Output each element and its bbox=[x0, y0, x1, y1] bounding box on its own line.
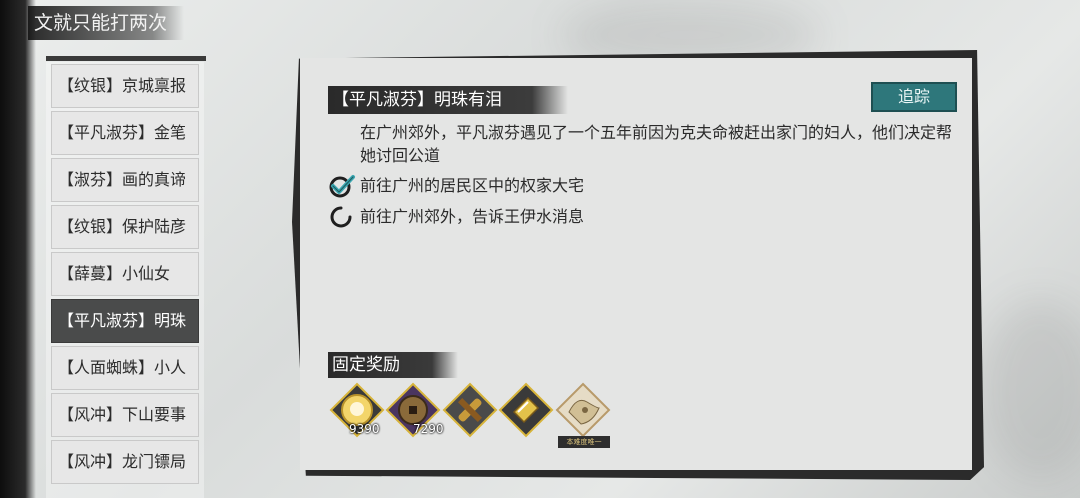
rewards-header: 固定奖励 bbox=[328, 352, 458, 378]
unique-badge: 本难度唯一 bbox=[558, 436, 610, 448]
track-button[interactable]: 追踪 bbox=[871, 82, 957, 112]
reward-count: 9390 bbox=[349, 422, 380, 436]
quest-description: 在广州郊外，平凡淑芬遇见了一个五年前因为克夫命被赶出家门的妇人，他们决定帮她讨回… bbox=[360, 123, 953, 165]
quest-list-item[interactable]: 【人面蜘蛛】小人 bbox=[51, 346, 199, 390]
scroll-icon bbox=[442, 382, 498, 438]
quest-list-item[interactable]: 【平凡淑芬】金笔 bbox=[51, 111, 199, 155]
objective-completed: 前往广州的居民区中的权家大宅 bbox=[328, 173, 584, 199]
reward-book[interactable] bbox=[498, 382, 554, 438]
sidebar-top-bar bbox=[46, 56, 206, 61]
reward-map-fragment[interactable] bbox=[555, 382, 611, 438]
ink-wash-decoration bbox=[980, 300, 1080, 480]
reward-scroll[interactable] bbox=[442, 382, 498, 438]
check-icon bbox=[328, 173, 355, 199]
quest-list-item-active[interactable]: 【平凡淑芬】明珠 bbox=[51, 299, 199, 343]
reward-silver-coin[interactable]: 9390 bbox=[329, 382, 385, 438]
quest-list-item[interactable]: 【薛蔓】小仙女 bbox=[51, 252, 199, 296]
quest-title: 【平凡淑芬】明珠有泪 bbox=[328, 86, 568, 114]
quest-list-item[interactable]: 【风冲】下山要事 bbox=[51, 393, 199, 437]
quest-list-item[interactable]: 【纹银】京城禀报 bbox=[51, 64, 199, 108]
page-title[interactable]: 文就只能打两次 bbox=[28, 6, 184, 40]
reward-count: 7290 bbox=[413, 422, 444, 436]
objective-in-progress: 前往广州郊外，告诉王伊水消息 bbox=[328, 204, 584, 230]
progress-ring-icon bbox=[328, 204, 354, 230]
quest-list-item[interactable]: 【风冲】龙门镖局 bbox=[51, 440, 199, 484]
quest-list-item[interactable]: 【纹银】保护陆彦 bbox=[51, 205, 199, 249]
quest-list-item[interactable]: 【淑芬】画的真谛 bbox=[51, 158, 199, 202]
left-edge-shadow bbox=[0, 0, 36, 498]
quest-list-sidebar[interactable]: 【纹银】京城禀报 【平凡淑芬】金笔 【淑芬】画的真谛 【纹银】保护陆彦 【薛蔓】… bbox=[46, 62, 204, 498]
map-fragment-icon bbox=[555, 382, 611, 438]
objective-text: 前往广州的居民区中的权家大宅 bbox=[360, 176, 585, 195]
reward-copper-coin[interactable]: 7290 bbox=[385, 382, 444, 438]
objective-text: 前往广州郊外，告诉王伊水消息 bbox=[360, 207, 585, 226]
book-icon bbox=[498, 382, 554, 438]
